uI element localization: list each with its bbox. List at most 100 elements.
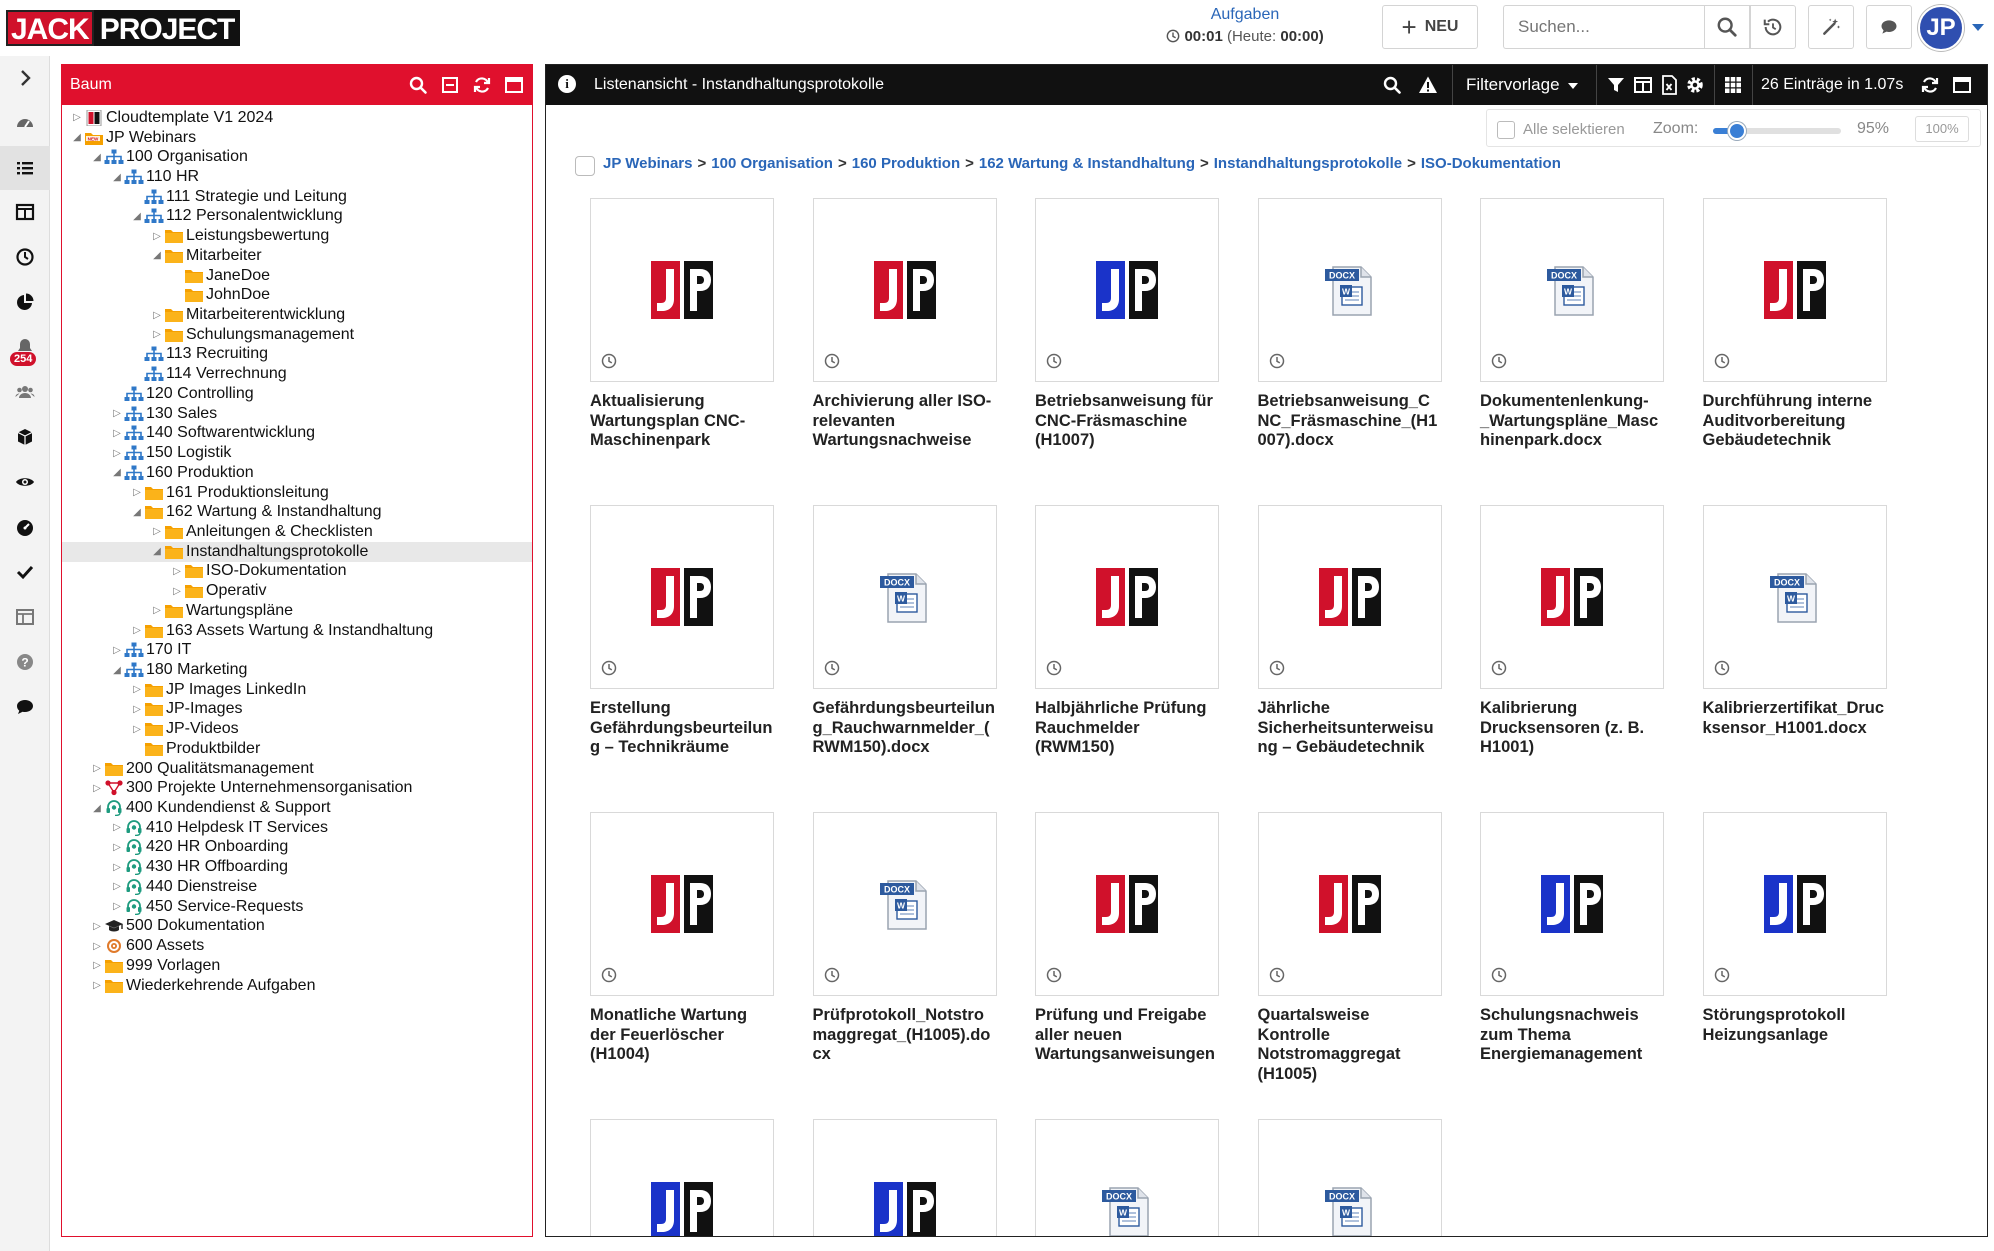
document-thumbnail[interactable]	[812, 1119, 997, 1236]
rail-help[interactable]: ?	[0, 640, 50, 684]
tree-node[interactable]: ▷ 163 Assets Wartung & Instandhaltung	[62, 621, 532, 641]
tree-node[interactable]: ◢ Instandhaltungsprotokolle	[62, 541, 532, 562]
breadcrumb-link[interactable]: 162 Wartung & Instandhaltung	[979, 155, 1195, 172]
clock-icon[interactable]	[1714, 353, 1730, 369]
rail-watch[interactable]	[0, 460, 50, 504]
expand-toggle-icon[interactable]: ▷	[150, 526, 164, 537]
document-thumbnail[interactable]	[590, 505, 774, 689]
tree-node[interactable]: Produktbilder	[62, 739, 532, 759]
expand-toggle-icon[interactable]: ▷	[150, 231, 164, 242]
tree-node[interactable]: ◢ NEW JP Webinars	[62, 128, 532, 148]
gear-icon[interactable]	[1685, 75, 1705, 95]
expand-toggle-icon[interactable]: ▷	[110, 822, 124, 833]
collapse-toggle-icon[interactable]: ◢	[130, 507, 144, 518]
tree-node[interactable]: ▷ Wiederkehrende Aufgaben	[62, 976, 532, 996]
expand-toggle-icon[interactable]: ▷	[150, 329, 164, 340]
expand-toggle-icon[interactable]: ▷	[130, 724, 144, 735]
tree-node[interactable]: ▷ 410 Helpdesk IT Services	[62, 818, 532, 838]
tree-node[interactable]: 113 Recruiting	[62, 345, 532, 365]
rail-users[interactable]	[0, 370, 50, 414]
history-button[interactable]	[1750, 5, 1796, 49]
expand-toggle-icon[interactable]: ▷	[130, 684, 144, 695]
tree-node[interactable]: ▷ JP Images LinkedIn	[62, 680, 532, 700]
clock-icon[interactable]	[601, 353, 617, 369]
expand-toggle-icon[interactable]: ▷	[90, 980, 104, 991]
clock-icon[interactable]	[824, 660, 840, 676]
document-name[interactable]: Halbjährliche Prüfung Rauchmelder (RWM15…	[1035, 699, 1219, 758]
tree-node[interactable]: ▷ 999 Vorlagen	[62, 956, 532, 976]
tree-node[interactable]: ▷ 430 HR Offboarding	[62, 857, 532, 877]
rail-dashboard[interactable]	[0, 101, 50, 145]
tree-node[interactable]: JaneDoe	[62, 266, 532, 286]
document-name[interactable]: Durchführung interne Auditvorbereitung G…	[1703, 392, 1887, 451]
document-name[interactable]: Quartalsweise Kontrolle Notstromaggregat…	[1258, 1006, 1442, 1084]
document-name[interactable]: Prüfprotokoll_Notstromaggregat_(H1005).d…	[813, 1006, 997, 1065]
rail-reports[interactable]	[0, 280, 50, 324]
expand-toggle-icon[interactable]: ▷	[130, 704, 144, 715]
clock-icon[interactable]	[601, 660, 617, 676]
document-name[interactable]: Kalibrierung Drucksensoren (z. B. H1001)	[1480, 699, 1664, 758]
breadcrumb-link[interactable]: 160 Produktion	[852, 155, 960, 172]
tree-node[interactable]: ▷ Schulungsmanagement	[62, 325, 532, 345]
document-thumbnail[interactable]	[590, 1119, 774, 1236]
collapse-toggle-icon[interactable]: ◢	[90, 152, 104, 163]
rail-performance[interactable]	[0, 505, 50, 549]
window-icon[interactable]	[504, 75, 524, 95]
search-icon[interactable]	[408, 75, 428, 95]
document-name[interactable]: Kalibrierzertifikat_Drucksensor_H1001.do…	[1703, 699, 1887, 738]
clock-icon[interactable]	[824, 353, 840, 369]
document-name[interactable]: Prüfung und Freigabe aller neuen Wartung…	[1035, 1006, 1219, 1065]
document-thumbnail[interactable]	[1035, 505, 1219, 689]
expand-toggle-icon[interactable]: ▷	[170, 586, 184, 597]
grid-view-icon[interactable]	[1723, 75, 1743, 95]
user-avatar[interactable]: JP	[1918, 5, 1964, 51]
clock-icon[interactable]	[1269, 660, 1285, 676]
expand-toggle-icon[interactable]: ▷	[90, 921, 104, 932]
collapse-all-icon[interactable]	[440, 75, 460, 95]
document-thumbnail[interactable]	[590, 812, 774, 996]
collapse-toggle-icon[interactable]: ◢	[110, 467, 124, 478]
breadcrumb-link[interactable]: ISO-Dokumentation	[1421, 155, 1561, 172]
tree-node[interactable]: ▷ 450 Service-Requests	[62, 897, 532, 917]
clock-icon[interactable]	[1046, 353, 1062, 369]
clock-icon[interactable]	[601, 967, 617, 983]
document-thumbnail[interactable]	[1702, 198, 1887, 382]
tasks-link[interactable]: Aufgaben	[1150, 6, 1340, 24]
expand-toggle-icon[interactable]: ▷	[110, 448, 124, 459]
expand-toggle-icon[interactable]: ▷	[110, 428, 124, 439]
clock-icon[interactable]	[824, 967, 840, 983]
clock-icon[interactable]	[1714, 660, 1730, 676]
document-name[interactable]: Störungsprotokoll Heizungsanlage	[1703, 1006, 1887, 1045]
document-thumbnail[interactable]: DOCX W	[812, 505, 997, 689]
tree-node[interactable]: ▷ 130 Sales	[62, 404, 532, 424]
document-thumbnail[interactable]: DOCX W	[1035, 1119, 1219, 1236]
rail-comments[interactable]	[0, 685, 50, 729]
expand-toggle-icon[interactable]: ▷	[110, 881, 124, 892]
clock-icon[interactable]	[1714, 967, 1730, 983]
document-thumbnail[interactable]	[1035, 198, 1219, 382]
new-button[interactable]: + NEU	[1382, 5, 1478, 49]
document-name[interactable]: Betriebsanweisung_CNC_Fräsmaschine_(H100…	[1258, 392, 1442, 451]
expand-toggle-icon[interactable]: ▷	[110, 862, 124, 873]
document-name[interactable]: Dokumentenlenkung-_Wartungspläne_Maschin…	[1480, 392, 1664, 451]
expand-toggle-icon[interactable]: ▷	[170, 566, 184, 577]
refresh-icon[interactable]	[472, 75, 492, 95]
select-all-label[interactable]: Alle selektieren	[1523, 121, 1625, 138]
chevron-down-icon[interactable]	[1972, 24, 1984, 31]
tree-node[interactable]: ▷ 600 Assets	[62, 936, 532, 956]
breadcrumb-link[interactable]: Instandhaltungsprotokolle	[1214, 155, 1402, 172]
document-thumbnail[interactable]: DOCX W	[1702, 505, 1887, 689]
filter-template-dropdown[interactable]: Filtervorlage	[1466, 75, 1578, 95]
breadcrumb-link[interactable]: 100 Organisation	[711, 155, 833, 172]
document-thumbnail[interactable]	[812, 198, 997, 382]
document-name[interactable]: Archivierung aller ISO-relevanten Wartun…	[813, 392, 997, 451]
excel-export-icon[interactable]	[1659, 75, 1679, 95]
document-name[interactable]: Erstellung Gefährdungsbeurteilung – Tech…	[590, 699, 774, 758]
document-thumbnail[interactable]	[1702, 812, 1887, 996]
tree-node[interactable]: ▷ 150 Logistik	[62, 443, 532, 463]
collapse-toggle-icon[interactable]: ◢	[70, 132, 84, 143]
expand-toggle-icon[interactable]: ▷	[150, 310, 164, 321]
document-name[interactable]: Gefährdungsbeurteilung_Rauchwarnmelder_(…	[813, 699, 997, 758]
columns-icon[interactable]	[1633, 75, 1653, 95]
tree-node[interactable]: ▷ JP-Images	[62, 700, 532, 720]
